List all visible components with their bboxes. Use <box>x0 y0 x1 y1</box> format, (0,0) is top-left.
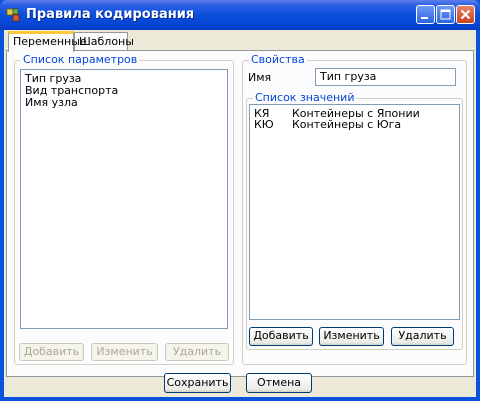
minimize-icon <box>421 17 428 19</box>
app-window: Правила кодирования Переменные Шаблоны С… <box>0 0 480 401</box>
values-listbox[interactable]: КЯ Контейнеры с Японии КЮ Контейнеры с Ю… <box>249 104 460 320</box>
values-edit-button[interactable]: Изменить <box>319 327 384 346</box>
save-button[interactable]: Сохранить <box>164 373 231 393</box>
value-text: Контейнеры с Юга <box>292 118 402 131</box>
maximize-button[interactable] <box>436 5 455 24</box>
list-item[interactable]: Имя узла <box>25 96 78 109</box>
tab-variables[interactable]: Переменные <box>8 31 87 52</box>
props-legend: Свойства <box>249 53 307 66</box>
close-icon <box>460 9 471 20</box>
values-add-button[interactable]: Добавить <box>249 327 313 346</box>
values-group: Список значений КЯ Контейнеры с Японии К… <box>246 91 463 350</box>
name-field[interactable]: Тип груза <box>315 68 456 86</box>
name-label: Имя <box>248 71 272 84</box>
minimize-button[interactable] <box>416 5 435 24</box>
list-item[interactable]: КЮ Контейнеры с Юга <box>254 118 454 131</box>
tab-panel-variables: Список параметров Тип груза Вид транспор… <box>6 50 474 377</box>
cancel-button[interactable]: Отмена <box>246 373 312 393</box>
values-legend: Список значений <box>253 91 357 104</box>
values-delete-button[interactable]: Удалить <box>391 327 454 346</box>
params-edit-button[interactable]: Изменить <box>91 343 158 361</box>
window-title: Правила кодирования <box>26 7 195 22</box>
maximize-icon <box>440 9 451 20</box>
params-delete-button[interactable]: Удалить <box>165 343 229 361</box>
close-button[interactable] <box>456 5 475 24</box>
props-group: Свойства Имя Тип груза Список значений К… <box>242 53 467 365</box>
params-listbox[interactable]: Тип груза Вид транспорта Имя узла <box>20 69 228 329</box>
window-client-area: Переменные Шаблоны Список параметров Тип… <box>4 30 476 397</box>
params-add-button[interactable]: Добавить <box>19 343 84 361</box>
value-code: КЮ <box>254 118 274 131</box>
params-group: Список параметров Тип груза Вид транспор… <box>14 53 234 365</box>
title-bar[interactable]: Правила кодирования <box>0 0 480 30</box>
params-legend: Список параметров <box>21 53 140 66</box>
app-icon <box>6 8 20 22</box>
